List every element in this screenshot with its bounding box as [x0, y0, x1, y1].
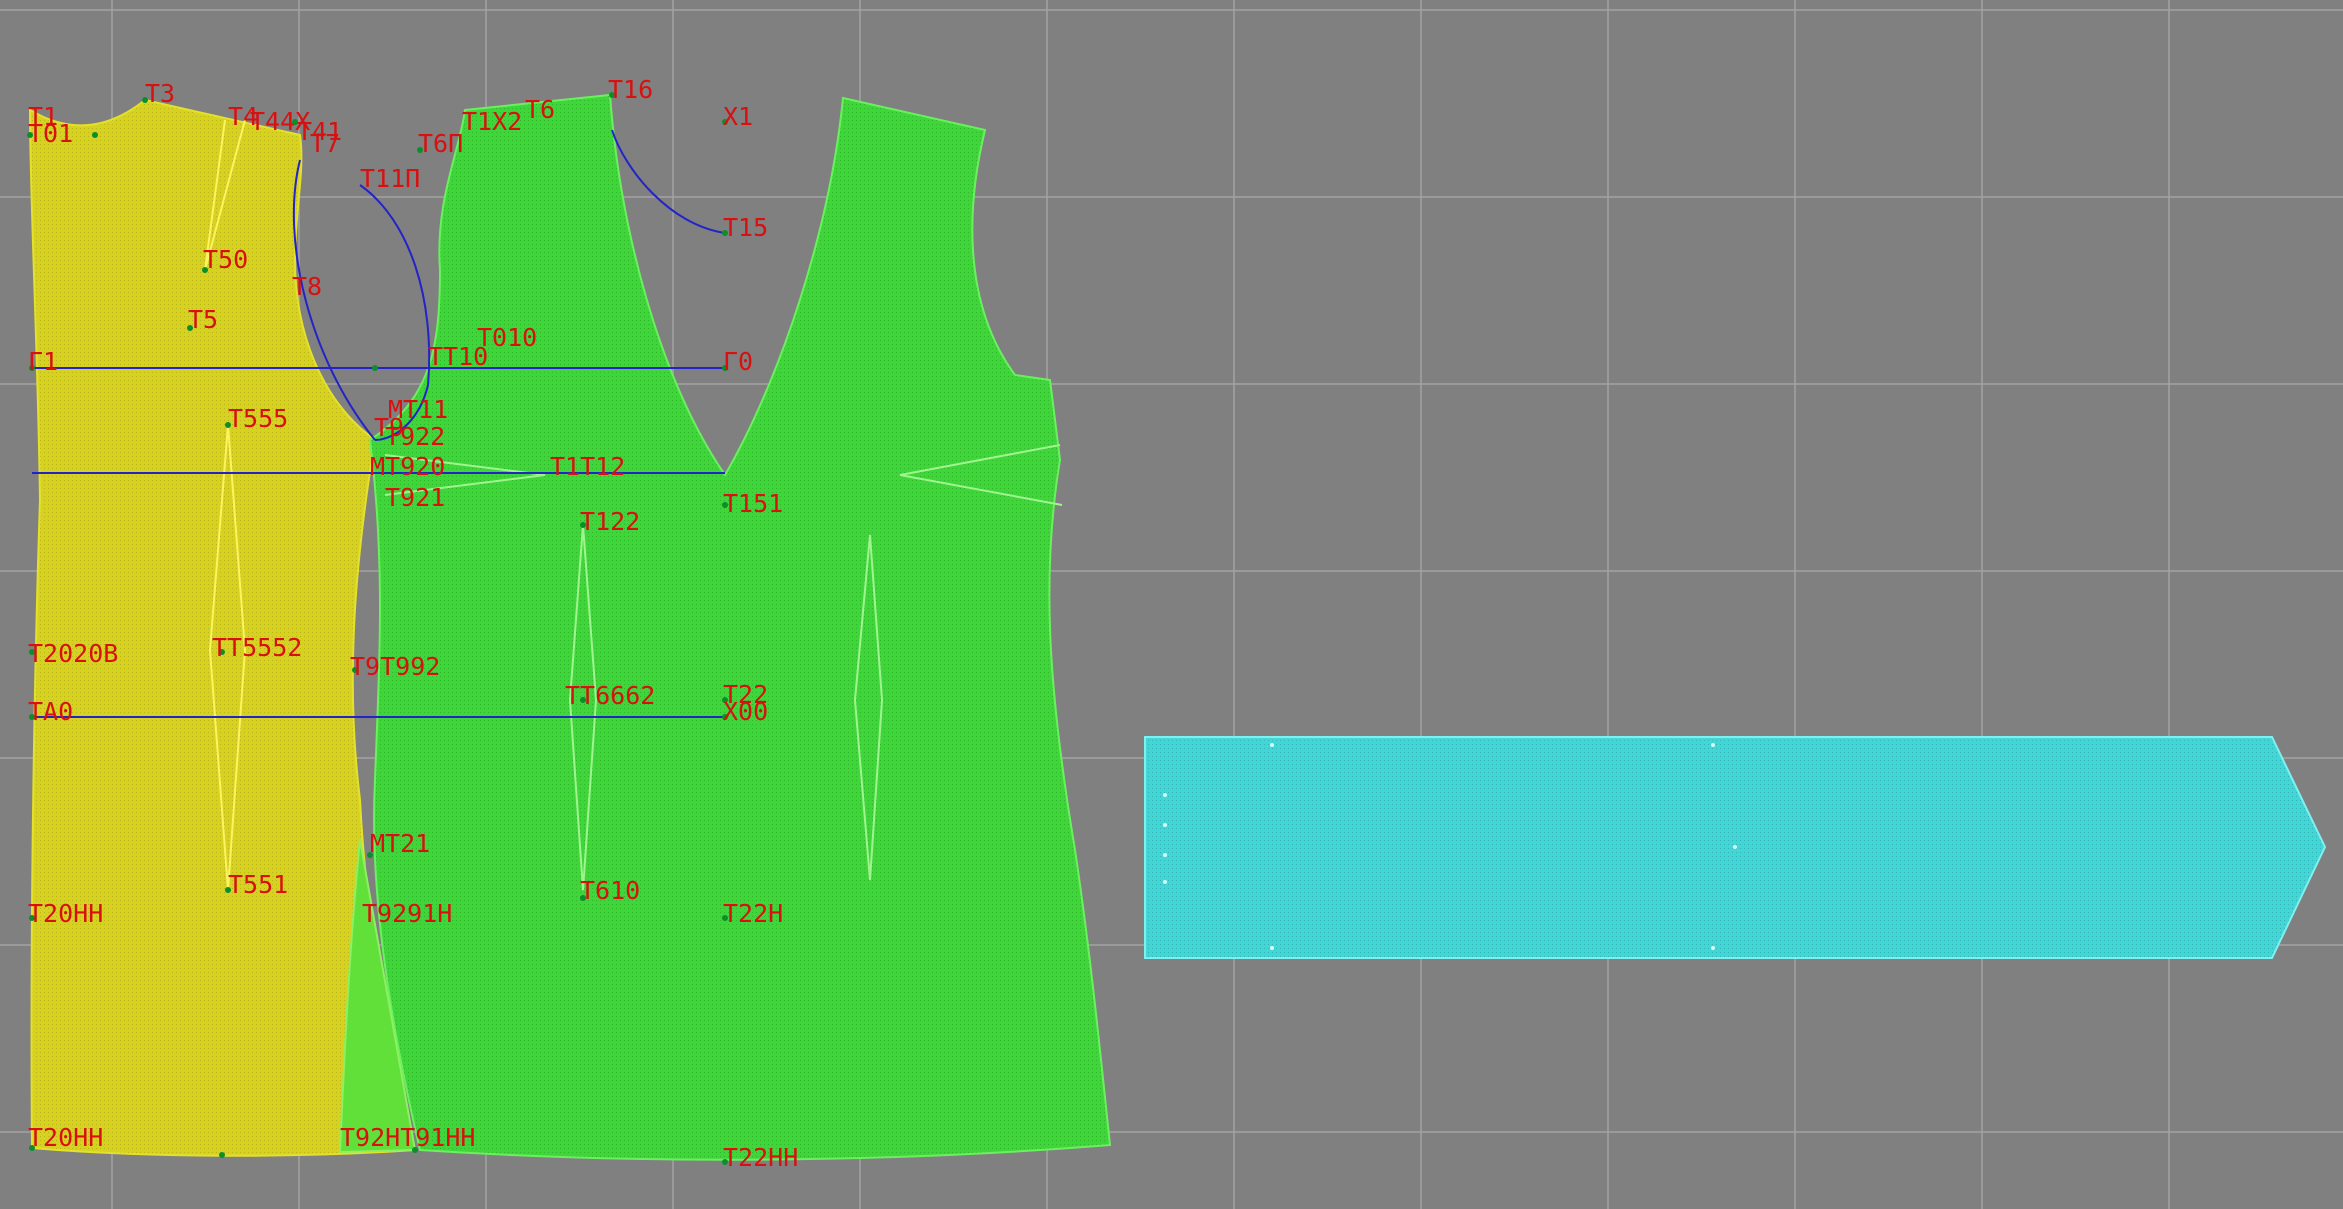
label-t50: T50: [203, 245, 248, 274]
pattern-drafting-canvas[interactable]: T1 T01 T3 T4 T44X T41 T7 T1X2 T6 T16 X1 …: [0, 0, 2343, 1209]
label-t01: T01: [28, 119, 73, 148]
label-t5: T5: [188, 305, 218, 334]
label-g1: Г1: [28, 347, 58, 376]
label-t922: T922: [385, 422, 445, 451]
label-t22hh: T22HH: [723, 1143, 798, 1172]
label-t1x2: T1X2: [462, 107, 522, 136]
label-t1t12: T1T12: [550, 452, 625, 481]
front-bodice-piece[interactable]: [368, 93, 1112, 1161]
label-t11p: T11П: [360, 164, 420, 193]
label-mt920: MT920: [370, 452, 445, 481]
label-t20hh: T20HH: [28, 1123, 103, 1152]
label-x1: X1: [723, 102, 753, 131]
label-tt6662: TT6662: [565, 681, 655, 710]
label-t7: T7: [310, 129, 340, 158]
label-g0: Г0: [723, 347, 753, 376]
label-t6: T6: [525, 95, 555, 124]
label-t9291h: T9291H: [362, 899, 452, 928]
label-x00: X00: [723, 697, 768, 726]
label-t9t992: T9T992: [350, 652, 440, 681]
label-t2020b: T2020B: [28, 639, 118, 668]
label-t22h: T22H: [723, 899, 783, 928]
label-t551: T551: [228, 870, 288, 899]
label-t921: T921: [385, 483, 445, 512]
label-tt5552: TT5552: [212, 633, 302, 662]
label-t8: T8: [292, 272, 322, 301]
label-t3: T3: [145, 79, 175, 108]
label-ta0: TA0: [28, 697, 73, 726]
label-t122: T122: [580, 507, 640, 536]
label-t6p: T6П: [418, 129, 463, 158]
label-t92ht91hh: T92HT91HH: [340, 1123, 475, 1152]
label-t16: T16: [608, 75, 653, 104]
label-t15: T15: [723, 213, 768, 242]
label-tt10: TT10: [428, 342, 488, 371]
label-t555: T555: [228, 404, 288, 433]
label-t151: T151: [723, 489, 783, 518]
label-t610: T610: [580, 876, 640, 905]
label-mt21: MT21: [370, 829, 430, 858]
label-t20hh-side: T20HH: [28, 899, 103, 928]
